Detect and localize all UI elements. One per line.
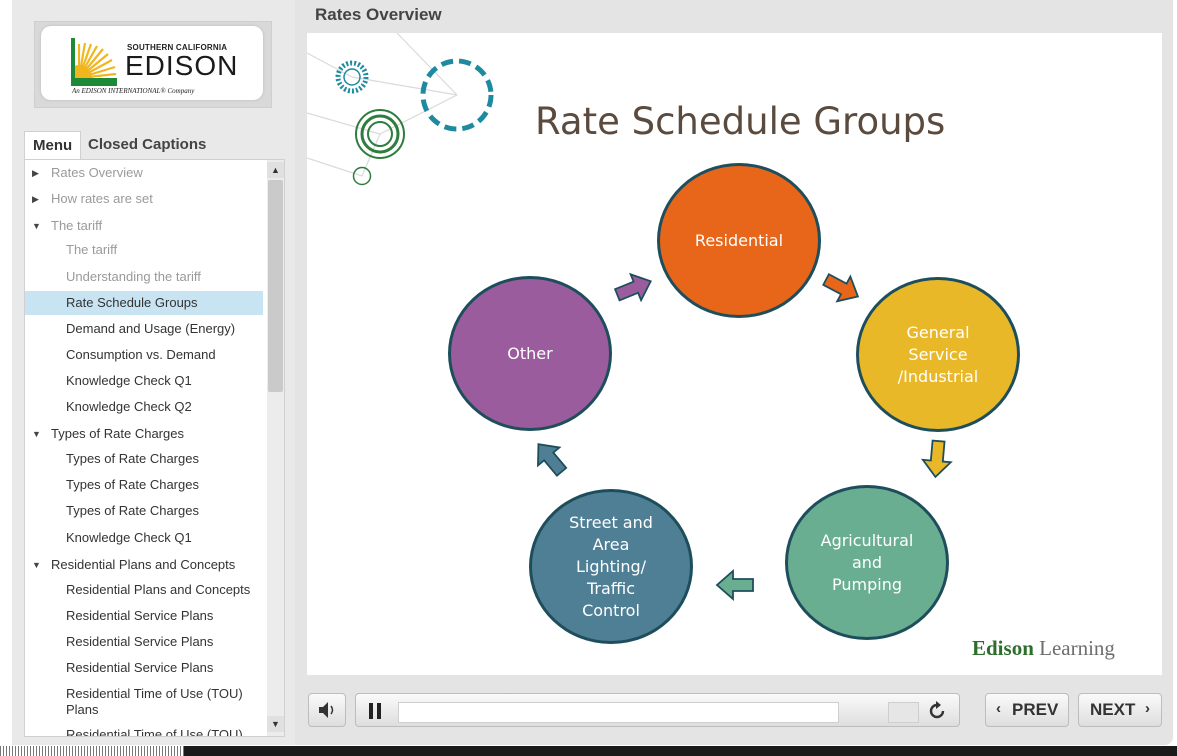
prev-label: PREV (1012, 700, 1059, 719)
next-label: NEXT (1090, 700, 1136, 719)
menu-item[interactable]: Rate Schedule Groups (25, 291, 263, 315)
slide-title: Rates Overview (315, 5, 442, 24)
menu-item-label: Rates Overview (51, 165, 143, 180)
menu-item-label: Types of Rate Charges (51, 426, 184, 441)
volume-button[interactable] (308, 693, 346, 727)
menu-item-label: Demand and Usage (Energy) (66, 321, 236, 336)
menu-item-label: Knowledge Check Q2 (66, 399, 192, 414)
slide-heading: Rate Schedule Groups (535, 100, 946, 143)
menu-item-label: Consumption vs. Demand (66, 347, 216, 362)
menu-item-label: Types of Rate Charges (66, 451, 199, 466)
group-label: Residential (694, 230, 784, 250)
menu-item-label: Residential Service Plans (66, 660, 214, 675)
menu-item-label: Residential Time of Use (TOU) (66, 727, 243, 737)
caret-right-icon[interactable]: ▶ (32, 165, 39, 181)
group-label: Street and Area Lighting/ Traffic Contro… (569, 512, 653, 620)
logo-text-main: EDISON (125, 50, 239, 81)
progress-track[interactable] (398, 702, 839, 723)
menu-item-label: Residential Service Plans (66, 608, 214, 623)
tab-menu[interactable]: Menu (24, 131, 82, 160)
logo-panel: SOUTHERN CALIFORNIA EDISON An EDISON INT… (34, 21, 272, 108)
pause-icon[interactable] (368, 703, 382, 719)
group-residential: Residential (657, 163, 821, 318)
chevron-left-icon: ‹ (996, 700, 1001, 717)
menu-item-label: The tariff (51, 218, 103, 233)
menu-item-label: How rates are set (51, 191, 153, 206)
menu-item-label: Types of Rate Charges (66, 503, 199, 518)
caret-down-icon[interactable]: ▼ (32, 426, 41, 442)
scroll-thumb[interactable] (268, 180, 283, 392)
menu-item-label: Residential Time of Use (TOU) Plans (66, 686, 243, 717)
menu-item-label: The tariff (66, 242, 118, 257)
menu-scrollbar[interactable]: ▲ ▼ (267, 160, 284, 736)
group-street-lighting: Street and Area Lighting/ Traffic Contro… (529, 489, 693, 644)
edison-learning-logo: Edison Learning (972, 636, 1115, 660)
menu-item-label: Knowledge Check Q1 (66, 373, 192, 388)
caret-right-icon[interactable]: ▶ (32, 191, 39, 207)
next-button[interactable]: NEXT › (1078, 693, 1162, 727)
menu-list: ▶ Rates Overview ▶ How rates are set ▼ The ta… (24, 159, 285, 737)
edison-logo: SOUTHERN CALIFORNIA EDISON An EDISON INT… (41, 26, 263, 100)
sun-logo-icon (71, 38, 117, 86)
group-other: Other (448, 276, 612, 431)
player-controls: ‹ PREV NEXT › (307, 690, 1162, 730)
menu-item-label: Rate Schedule Groups (66, 295, 198, 310)
group-general-service: General Service /Industrial (856, 277, 1020, 432)
caret-down-icon[interactable]: ▼ (32, 557, 41, 573)
playback-bar (355, 693, 960, 727)
group-label: Agricultural and Pumping (820, 530, 914, 594)
group-label: General Service /Industrial (897, 322, 979, 386)
menu-item-label: Residential Service Plans (66, 634, 214, 649)
taskbar-edge (0, 746, 184, 756)
menu-item-label: Residential Plans and Concepts (51, 557, 236, 572)
speaker-icon (319, 702, 334, 718)
scroll-down-icon[interactable]: ▼ (267, 716, 284, 732)
taskbar-strip (184, 746, 1177, 756)
decorative-circles-icon (307, 33, 494, 186)
menu-item-label: Knowledge Check Q1 (66, 530, 192, 545)
chevron-right-icon: › (1145, 700, 1150, 717)
caret-down-icon[interactable]: ▼ (32, 218, 41, 234)
menu-item-label: Types of Rate Charges (66, 477, 199, 492)
group-agricultural: Agricultural and Pumping (785, 485, 949, 640)
group-label: Other (507, 343, 553, 363)
menu-item-label: Understanding the tariff (66, 269, 201, 284)
prev-button[interactable]: ‹ PREV (985, 693, 1069, 727)
logo-text-sub: An EDISON INTERNATIONAL® Company (72, 87, 195, 95)
tab-closed-captions[interactable]: Closed Captions (80, 131, 214, 159)
menu-item-label: Residential Plans and Concepts (66, 582, 251, 597)
replay-icon[interactable] (926, 700, 948, 722)
scroll-up-icon[interactable]: ▲ (267, 162, 284, 178)
progress-remaining (888, 702, 919, 723)
